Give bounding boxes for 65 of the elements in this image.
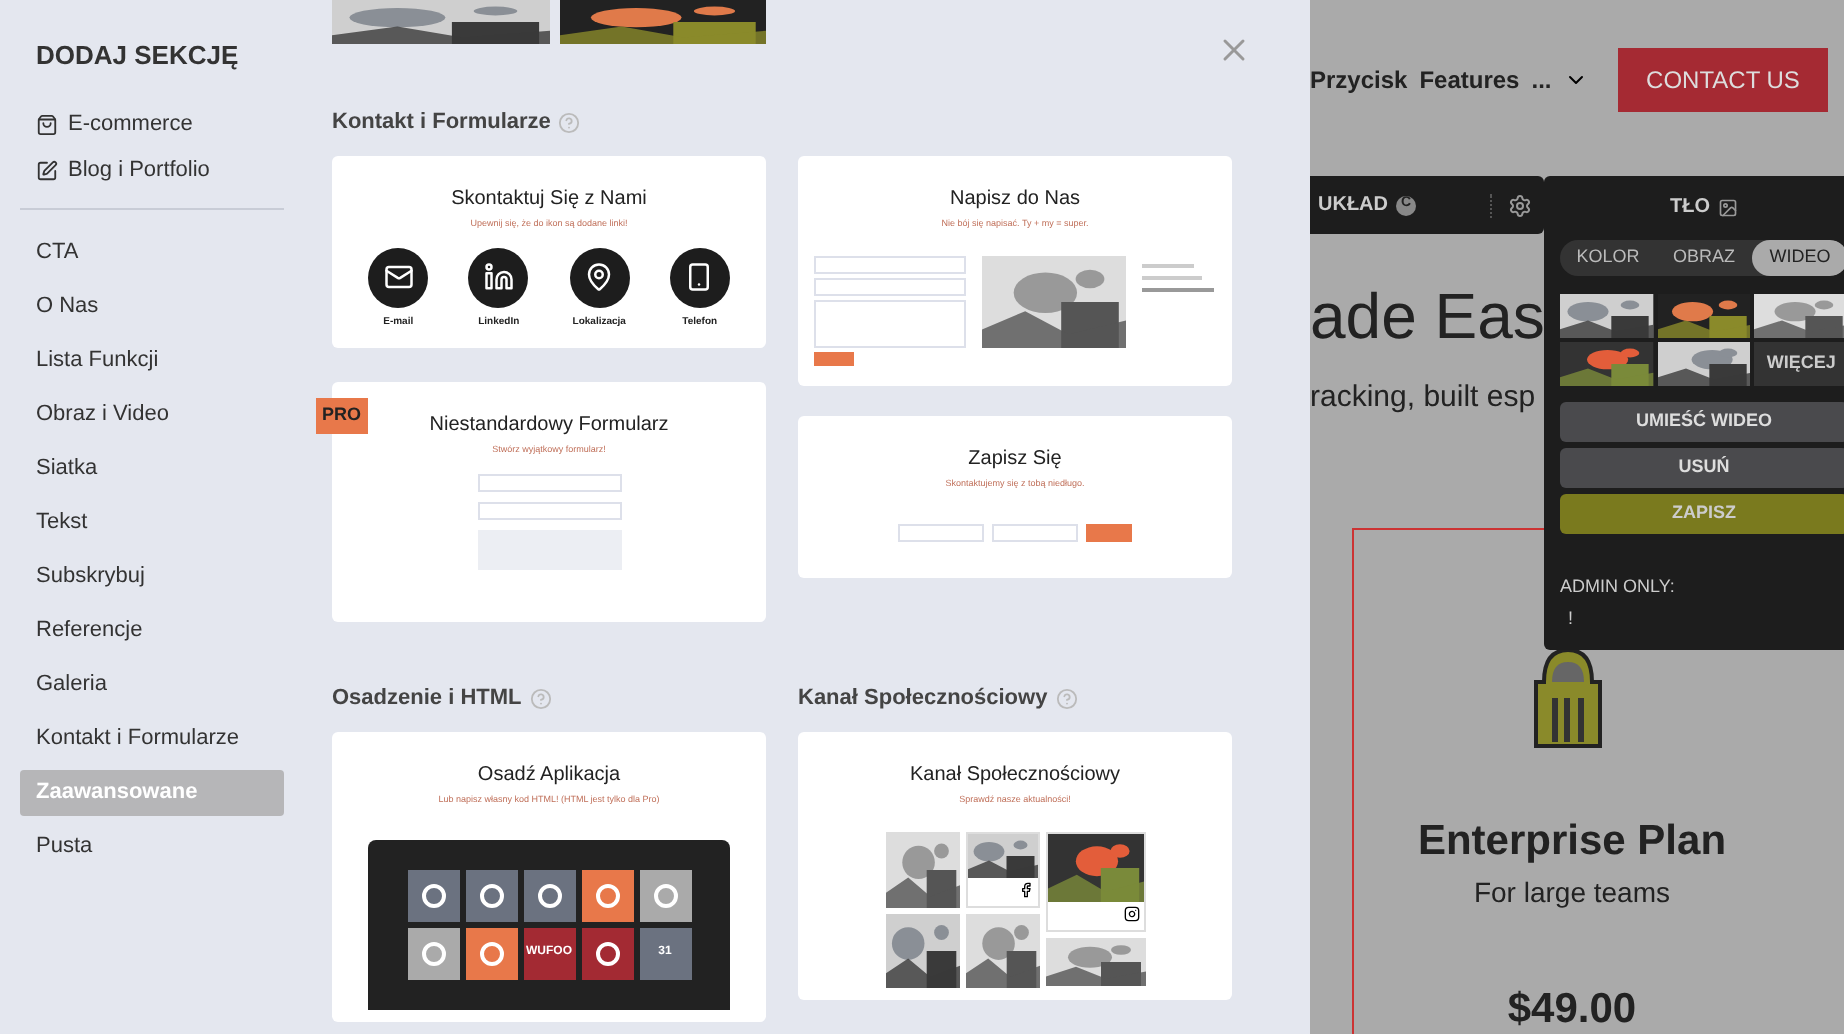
app-tile-icon [581,869,633,922]
phone-icon [669,247,730,308]
panel-button[interactable]: USUŃ [1560,448,1844,488]
pro-badge: PRO [316,398,368,433]
sidebar-title: DODAJ SEKCJĘ [34,38,241,74]
section-heading: Osadzenie i HTML [332,683,522,714]
admin-label: ADMIN ONLY: [1560,574,1677,600]
help-icon[interactable] [1055,687,1078,709]
image-icon [1718,197,1738,217]
nav-link[interactable]: Features [1419,62,1520,98]
nav-link[interactable]: Przycisk [1310,62,1408,98]
form-preview-drawing [477,473,621,570]
plan-subtitle: For large teams [1471,874,1673,912]
shopping-bag-icon [36,113,58,135]
app-tile-icon [465,927,517,980]
more-videos-button[interactable]: WIĘCEJ [1754,342,1844,386]
card-title: Zapisz Się [968,446,1062,474]
instagram-icon [1123,905,1139,922]
mail-icon [368,247,429,308]
card-title: Napisz do Nas [949,186,1081,214]
hero-headline: ade Eas [1310,284,1545,348]
panel-button[interactable]: UMIEŚĆ WIDEO [1560,402,1844,442]
edit-icon [36,159,58,181]
app-tile-icon [581,927,633,980]
panel-title: TŁO [1670,194,1710,222]
nav-link[interactable]: ... [1531,62,1552,98]
sidebar-item[interactable]: Siatka [20,445,284,491]
contact-us-button[interactable]: CONTACT US [1618,48,1828,112]
sidebar-item[interactable]: Blog i Portfolio [20,153,320,187]
settings-icon[interactable] [1508,193,1532,217]
card-title: Kanał Społecznościowy [909,762,1121,790]
help-icon[interactable] [529,687,552,709]
sidebar-item[interactable]: Pusta [20,823,284,869]
location-icon [569,247,630,308]
sidebar-item[interactable]: Obraz i Video [20,391,284,437]
hero-tagline: racking, built esp [1310,378,1536,418]
plan-price: $49.00 [1505,984,1639,1034]
admin-value: ! [1568,605,1576,631]
card-title: Skontaktuj Się z Nami [451,186,647,214]
sidebar-item[interactable]: O Nas [20,283,284,329]
sidebar-item[interactable]: Subskrybuj [20,553,284,599]
plan-title: Enterprise Plan [1415,816,1729,868]
sidebar-item[interactable]: Lista Funkcji [20,337,284,383]
linkedin-icon [468,247,529,308]
app-tile-icon [523,869,575,922]
sidebar-item[interactable]: Referencje [20,607,284,653]
sidebar-item[interactable]: Galeria [20,661,284,707]
facebook-icon [1017,881,1033,898]
layout-label[interactable]: UKŁAD [1318,190,1388,220]
sidebar-item[interactable]: Kontakt i Formularze [20,715,284,761]
app-tile-icon [465,869,517,922]
app-tile-icon [639,869,691,922]
app-tile-icon [407,869,459,922]
background-type-tab[interactable]: OBRAZ [1656,240,1752,276]
sidebar-item[interactable]: Tekst [20,499,284,545]
help-icon[interactable] [558,111,581,133]
card-title: Osadź Aplikacja [477,762,621,790]
background-type-tab[interactable]: WIDEO [1752,240,1844,276]
section-heading: Kanał Społecznościowy [798,683,1048,714]
sidebar-item[interactable]: CTA [20,229,284,275]
section-heading: Kontakt i Formularze [332,107,551,138]
card-title: Niestandardowy Formularz [429,412,669,440]
sidebar-item[interactable]: E-commerce [20,107,320,141]
background-type-tab[interactable]: KOLOR [1560,240,1656,276]
app-tile-icon [407,927,459,980]
